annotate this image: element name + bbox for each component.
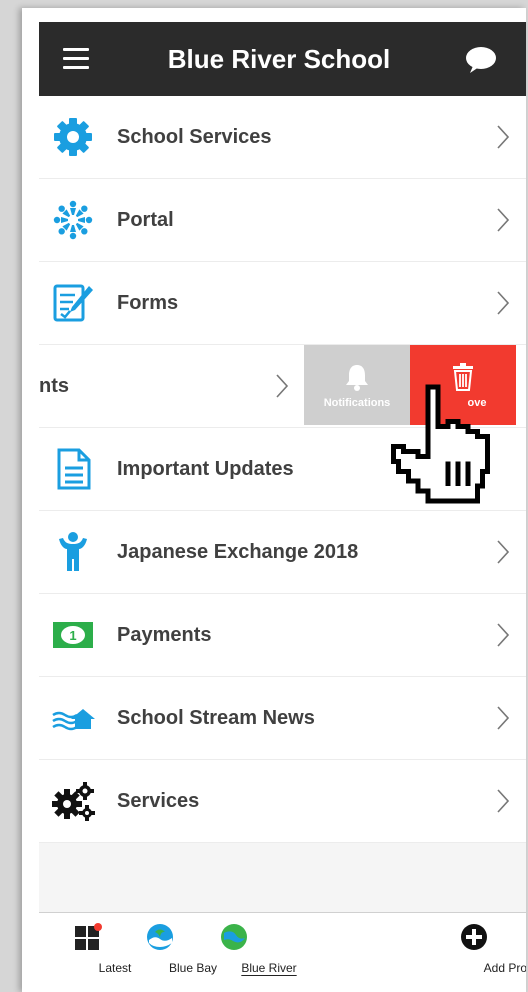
blue-bay-logo-icon bbox=[147, 924, 173, 950]
add-circle-icon bbox=[461, 924, 487, 950]
bottom-tab-bar: Latest Blue Bay Blue River Add Pro bbox=[39, 912, 526, 992]
list-item-label: Important Updates bbox=[117, 458, 294, 480]
tab-label: Blue River bbox=[241, 961, 297, 975]
tab-blue-bay[interactable]: Blue Bay bbox=[127, 913, 217, 992]
stream-house-icon bbox=[52, 709, 95, 731]
list-item-label: School Services bbox=[117, 126, 272, 148]
tab-add-profile[interactable]: Add Profile bbox=[435, 913, 526, 992]
app-screen: Blue River School School Services Portal… bbox=[39, 22, 526, 992]
grid-icon bbox=[75, 923, 102, 950]
list-item-label: Forms bbox=[117, 292, 179, 314]
bell-icon bbox=[346, 365, 368, 391]
list-item-label: Japanese Exchange 2018 bbox=[117, 541, 359, 563]
list-item-label: Portal bbox=[117, 209, 174, 231]
screenshot-frame: Blue River School School Services Portal… bbox=[0, 0, 528, 992]
hand-pointer-cursor-icon bbox=[390, 384, 491, 504]
chat-bubble-icon[interactable] bbox=[465, 46, 497, 74]
chevron-right-icon bbox=[497, 540, 510, 564]
blue-river-logo-icon bbox=[221, 924, 247, 950]
list-item-label: School Stream News bbox=[117, 707, 315, 729]
form-edit-icon bbox=[53, 284, 93, 322]
list-item-label: Services bbox=[117, 790, 200, 812]
page-title: Blue River School bbox=[167, 44, 391, 74]
list-item-school-stream-news[interactable]: School Stream News bbox=[39, 677, 526, 760]
chevron-right-icon bbox=[497, 125, 510, 149]
chevron-right-icon bbox=[497, 706, 510, 730]
list-item-label: Payments bbox=[117, 624, 212, 646]
gear-icon bbox=[54, 118, 92, 156]
chevron-right-icon bbox=[497, 623, 510, 647]
svg-text:1: 1 bbox=[69, 628, 76, 643]
tab-blue-river[interactable]: Blue River bbox=[199, 913, 297, 992]
app-header: Blue River School bbox=[39, 22, 526, 96]
tab-label: Add Profile bbox=[483, 961, 526, 975]
banknote-icon: 1 bbox=[53, 622, 93, 648]
tab-latest[interactable]: Latest bbox=[61, 913, 131, 992]
document-icon bbox=[57, 448, 91, 490]
people-circle-icon bbox=[53, 200, 93, 240]
person-icon bbox=[59, 532, 87, 571]
list-item-japanese-exchange[interactable]: Japanese Exchange 2018 bbox=[39, 511, 526, 594]
hamburger-menu-icon[interactable] bbox=[63, 48, 89, 69]
chevron-right-icon bbox=[497, 291, 510, 315]
gears-icon bbox=[52, 782, 95, 821]
chevron-right-icon bbox=[497, 208, 510, 232]
list-item-payments[interactable]: 1 Payments bbox=[39, 594, 526, 677]
list-item-services[interactable]: Services bbox=[39, 760, 526, 843]
list-item-label: nts bbox=[39, 375, 69, 397]
list-item-forms[interactable]: Forms bbox=[39, 262, 526, 345]
chevron-right-icon bbox=[497, 789, 510, 813]
list-item-school-services[interactable]: School Services bbox=[39, 96, 526, 179]
chevron-right-icon bbox=[276, 374, 289, 398]
list-item-portal[interactable]: Portal bbox=[39, 179, 526, 262]
